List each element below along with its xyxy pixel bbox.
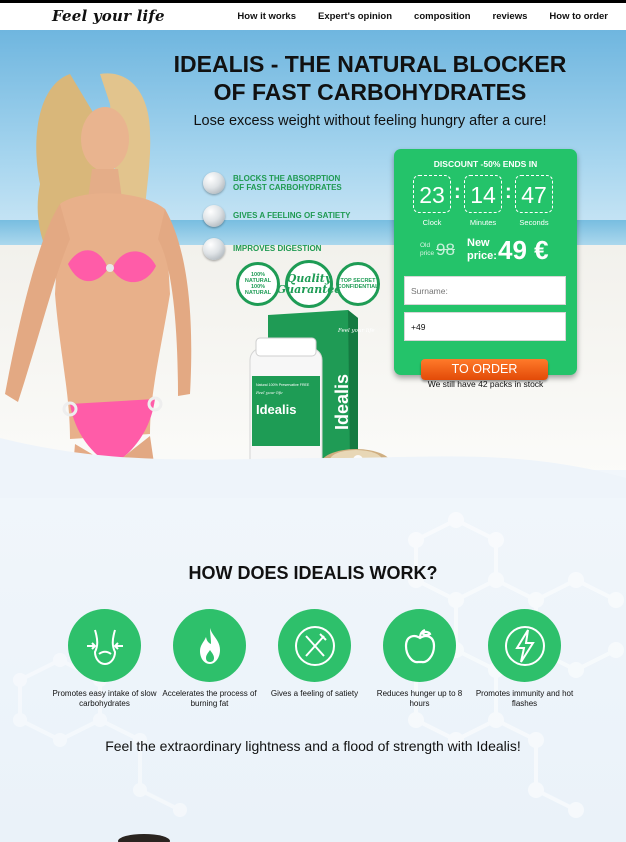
nav-experts-opinion[interactable]: Expert's opinion <box>318 11 392 22</box>
box-brand-text: Feel your life <box>337 328 375 334</box>
feature-item: Accelerates the process of burning fat <box>157 609 262 709</box>
next-section-photo-edge <box>118 834 170 842</box>
new-price-label: New price: <box>467 237 497 262</box>
feature-text: Reduces hunger up to 8 hours <box>376 689 463 708</box>
benefits-list: BLOCKS THE ABSORPTION OF FAST CARBOHYDRA… <box>203 166 363 265</box>
timer-seconds-label: Seconds <box>519 218 549 227</box>
pearl-icon <box>203 171 225 194</box>
wave-divider <box>0 438 626 498</box>
lightning-icon <box>488 609 561 682</box>
feature-text: Promotes easy intake of slow carbohydrat… <box>52 689 157 708</box>
order-button[interactable]: TO ORDER <box>421 359 548 380</box>
surname-input[interactable] <box>404 276 566 305</box>
nav-composition[interactable]: composition <box>414 11 470 22</box>
feature-item: Reduces hunger up to 8 hours <box>367 609 472 709</box>
jar-label-name: Idealis <box>256 402 296 417</box>
closing-statement: Feel the extraordinary lightness and a f… <box>105 738 521 754</box>
feature-item: Gives a feeling of satiety <box>262 609 367 699</box>
old-price-label: Old price <box>420 242 435 257</box>
trust-badges: 100% NATURAL 100% NATURAL Quality Guaran… <box>236 260 381 310</box>
waist-icon <box>68 609 141 682</box>
benefit-text: BLOCKS THE ABSORPTION OF FAST CARBOHYDRA… <box>233 173 342 192</box>
feature-text: Accelerates the process of burning fat <box>162 689 257 708</box>
phone-input[interactable] <box>404 312 566 341</box>
timer-minutes: 14 <box>464 175 502 213</box>
confidential-badge: TOP SECRET CONFIDENTIAL <box>336 262 380 306</box>
quality-badge: Quality Guarantee <box>277 260 341 308</box>
nav-how-to-order[interactable]: How to order <box>549 11 608 22</box>
feature-text: Promotes immunity and hot flashes <box>475 689 574 708</box>
section-title: HOW DOES IDEALIS WORK? <box>188 563 438 583</box>
benefit-item: GIVES A FEELING OF SATIETY <box>203 199 363 232</box>
main-nav: How it works Expert's opinion compositio… <box>215 11 608 22</box>
benefit-item: IMPROVES DIGESTION <box>203 232 363 265</box>
timer-seconds: 47 <box>515 175 553 213</box>
benefit-text: GIVES A FEELING OF SATIETY <box>233 211 351 220</box>
new-price: 49 € <box>498 235 549 265</box>
jar-label-brand: Feel your life <box>255 390 283 395</box>
timer-hours: 23 <box>413 175 451 213</box>
top-navigation-bar: Feel your life How it works Expert's opi… <box>0 0 626 30</box>
feature-text: Gives a feeling of satiety <box>270 689 359 698</box>
order-form-card: DISCOUNT -50% ENDS IN 23 : 14 : 47 Clock… <box>394 149 577 380</box>
hero-subtitle: Lose excess weight without feeling hungr… <box>193 113 547 129</box>
apple-icon <box>383 609 456 682</box>
timer-minutes-label: Minutes <box>469 218 497 227</box>
flame-icon <box>173 609 246 682</box>
nav-how-it-works[interactable]: How it works <box>237 11 296 22</box>
countdown-timer: 23 : 14 : 47 <box>413 175 558 213</box>
price-block: Old price 98 New price: 49 € <box>420 235 570 267</box>
discount-heading: DISCOUNT -50% ENDS IN <box>433 159 538 169</box>
hero-title: IDEALIS - THE NATURAL BLOCKER OF FAST CA… <box>173 51 567 105</box>
feature-item: Promotes immunity and hot flashes <box>472 609 577 709</box>
jar-label-natural: Natural 100% Preservative FREE <box>256 383 310 387</box>
old-price: 98 <box>436 240 455 259</box>
timer-separator: : <box>505 181 512 203</box>
timer-separator: : <box>454 181 461 203</box>
fork-knife-icon <box>278 609 351 682</box>
benefit-item: BLOCKS THE ABSORPTION OF FAST CARBOHYDRA… <box>203 166 363 199</box>
pearl-icon <box>203 204 225 227</box>
timer-hours-label: Clock <box>422 218 442 227</box>
natural-badge: 100% NATURAL 100% NATURAL <box>236 262 280 306</box>
feature-item: Promotes easy intake of slow carbohydrat… <box>52 609 157 709</box>
benefit-text: IMPROVES DIGESTION <box>233 244 322 253</box>
pearl-icon <box>203 237 225 260</box>
stock-notice: We still have 42 packs in stock <box>427 379 544 389</box>
nav-reviews[interactable]: reviews <box>493 11 528 22</box>
site-logo[interactable]: Feel your life <box>52 7 165 25</box>
features-row: Promotes easy intake of slow carbohydrat… <box>52 609 579 719</box>
